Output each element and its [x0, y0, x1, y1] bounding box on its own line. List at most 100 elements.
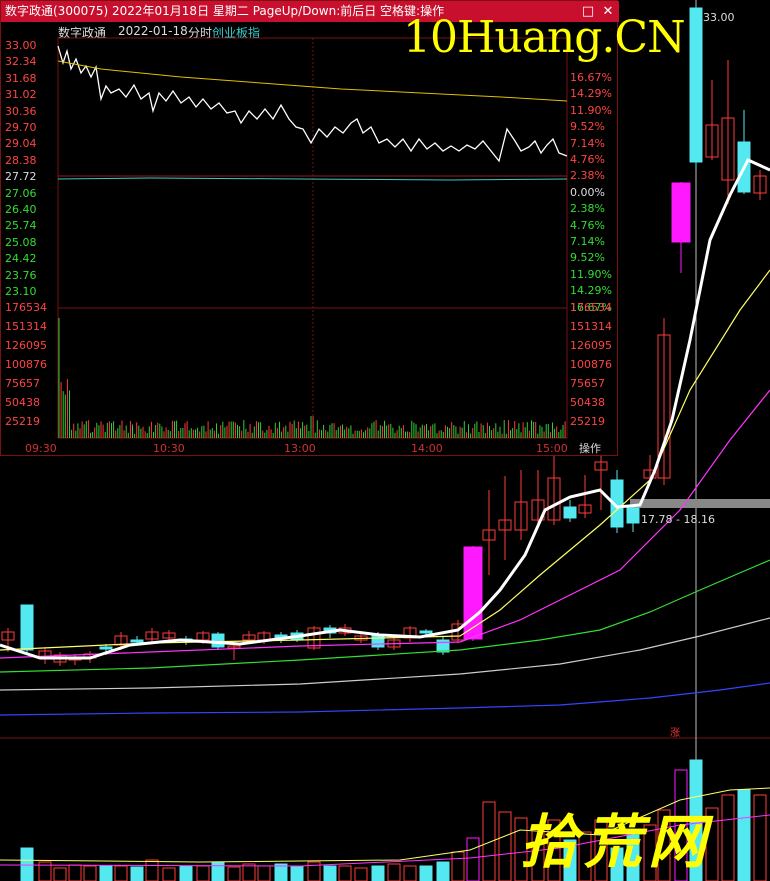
price-tick-label: 31.02: [5, 88, 37, 101]
volume-bar: [21, 848, 33, 881]
time-tick-label: 15:00: [536, 442, 568, 455]
percent-tick-label: 14.29%: [570, 284, 612, 297]
percent-tick-label: 4.76%: [570, 219, 605, 232]
intraday-popup[interactable]: 数字政通(300075) 2022年01月18日 星期二 PageUp/Down…: [0, 0, 618, 456]
volume-tick-label-right: 25219: [570, 415, 605, 428]
price-tick-label: 27.72: [5, 170, 37, 183]
volume-tick-label: 176534: [5, 301, 47, 314]
volume-bar: [258, 866, 270, 881]
watermark-brand: 拾荒网: [520, 795, 712, 879]
volume-bar: [467, 838, 479, 881]
time-tick-label: 14:00: [411, 442, 443, 455]
price-range-label: 17.78 - 18.16: [641, 513, 715, 526]
candle: [564, 507, 576, 518]
ma30-line: [0, 560, 770, 672]
volume-bar: [437, 862, 449, 881]
volume-bar: [420, 866, 432, 881]
percent-tick-label: 7.14%: [570, 235, 605, 248]
percent-tick-label: 16.67%: [570, 71, 612, 84]
ma120-line: [0, 683, 770, 715]
operate-button[interactable]: 操作: [579, 440, 601, 456]
high-price-label: 33.00: [703, 11, 735, 24]
volume-tick-label: 75657: [5, 377, 40, 390]
crosshair-horizontal: [630, 499, 770, 508]
candle: [131, 640, 143, 642]
volume-bar: [372, 866, 384, 881]
percent-tick-label: 14.29%: [570, 87, 612, 100]
price-tick-label: 23.76: [5, 269, 37, 282]
volume-tick-label-right: 50438: [570, 396, 605, 409]
candle: [420, 631, 432, 633]
price-tick-label: 28.38: [5, 154, 37, 167]
percent-tick-label: 0.00%: [570, 186, 605, 199]
candle: [21, 605, 33, 650]
watermark-site: 10Huang.CN: [403, 12, 685, 63]
volume-bar: [324, 866, 336, 881]
volume-tick-label: 100876: [5, 358, 47, 371]
volume-bar: [115, 866, 127, 881]
price-tick-label: 25.74: [5, 219, 37, 232]
volume-tick-label: 25219: [5, 415, 40, 428]
price-tick-label: 24.42: [5, 252, 37, 265]
volume-bar: [100, 866, 112, 881]
volume-bar: [197, 866, 209, 881]
candle: [100, 647, 112, 649]
limit-up-marker: 涨: [670, 724, 680, 739]
volume-tick-label: 50438: [5, 396, 40, 409]
volume-tick-label-right: 151314: [570, 320, 612, 333]
volume-tick-label: 126095: [5, 339, 47, 352]
percent-tick-label: 11.90%: [570, 268, 612, 281]
volume-bar: [163, 868, 175, 881]
percent-tick-label: 4.76%: [570, 153, 605, 166]
volume-bar: [722, 795, 734, 881]
volume-bar: [84, 866, 96, 881]
price-tick-label: 25.08: [5, 236, 37, 249]
candle: [212, 634, 224, 647]
volume-tick-label-right: 176534: [570, 301, 612, 314]
percent-tick-label: 9.52%: [570, 120, 605, 133]
percent-tick-label: 7.14%: [570, 137, 605, 150]
volume-bar: [131, 867, 143, 881]
volume-bar: [388, 864, 400, 881]
volume-bar: [69, 865, 81, 881]
time-tick-label: 09:30: [25, 442, 57, 455]
volume-bar: [275, 864, 287, 881]
volume-bar: [499, 812, 511, 881]
volume-bar: [180, 866, 192, 881]
volume-tick-label-right: 75657: [570, 377, 605, 390]
volume-bar: [452, 852, 464, 881]
ma60-line: [0, 618, 770, 690]
candle: [672, 183, 690, 242]
volume-bar: [339, 866, 351, 881]
price-tick-label: 30.36: [5, 105, 37, 118]
volume-bar: [291, 866, 303, 881]
volume-bar: [754, 795, 766, 881]
percent-tick-label: 11.90%: [570, 104, 612, 117]
volume-bar: [243, 864, 255, 881]
volume-bar: [738, 790, 750, 881]
price-tick-label: 32.34: [5, 55, 37, 68]
volume-bar: [228, 867, 240, 881]
time-tick-label: 13:00: [284, 442, 316, 455]
volume-bar: [404, 866, 416, 881]
volume-bar: [355, 868, 367, 881]
time-tick-label: 10:30: [153, 442, 185, 455]
intraday-chart: [1, 1, 619, 457]
price-tick-label: 27.06: [5, 187, 37, 200]
volume-bar: [146, 860, 158, 881]
volume-tick-label: 151314: [5, 320, 47, 333]
price-tick-label: 33.00: [5, 39, 37, 52]
percent-tick-label: 2.38%: [570, 169, 605, 182]
candle: [464, 547, 482, 639]
price-tick-label: 29.04: [5, 137, 37, 150]
volume-tick-label-right: 100876: [570, 358, 612, 371]
candle: [627, 508, 639, 523]
percent-tick-label: 2.38%: [570, 202, 605, 215]
volume-bar: [483, 802, 495, 881]
price-tick-label: 26.40: [5, 203, 37, 216]
volume-bar: [54, 868, 66, 881]
volume-bar: [212, 862, 224, 881]
price-tick-label: 29.70: [5, 121, 37, 134]
price-tick-label: 23.10: [5, 285, 37, 298]
price-tick-label: 31.68: [5, 72, 37, 85]
